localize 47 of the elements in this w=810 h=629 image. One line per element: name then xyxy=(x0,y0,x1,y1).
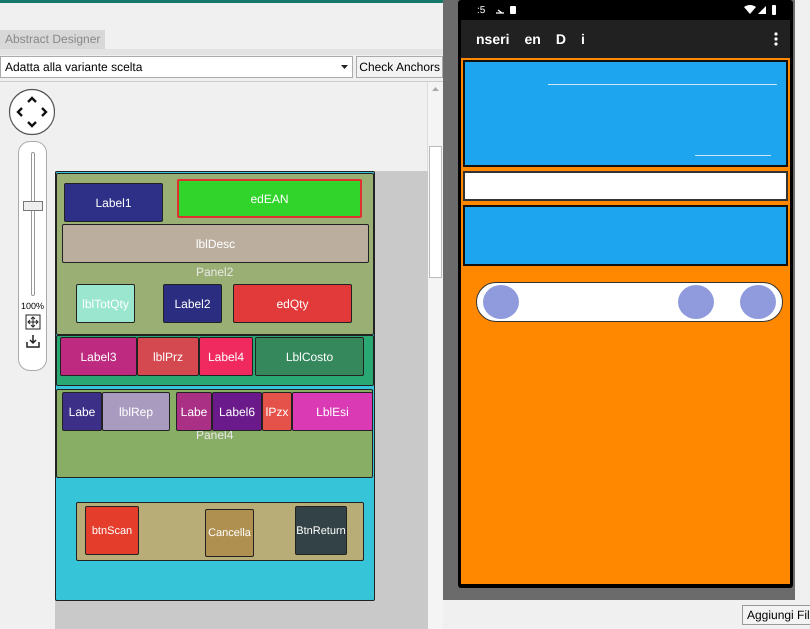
overflow-menu-icon[interactable] xyxy=(774,32,778,46)
designer-label[interactable]: Label4 xyxy=(199,337,253,376)
panel-caption: Panel4 xyxy=(196,428,234,442)
app-title: i xyxy=(580,31,585,47)
designer-label[interactable]: edQty xyxy=(233,284,352,323)
status-icons xyxy=(744,5,778,15)
designer-label[interactable]: lblPrz xyxy=(137,337,199,376)
designer-label[interactable]: Labe xyxy=(62,392,102,431)
download-icon[interactable] xyxy=(24,333,40,349)
panel[interactable]: Panel4 Labe lblRep Labe Label6 lPzx LblEsi xyxy=(56,389,373,478)
dropdown-caret-icon xyxy=(341,65,348,69)
round-button[interactable] xyxy=(483,285,519,319)
panel[interactable]: Label3 lblPrz Label4 LblCosto xyxy=(56,335,374,386)
app-title: en xyxy=(524,31,541,47)
input-line[interactable] xyxy=(548,84,777,85)
fit-icon[interactable] xyxy=(24,314,40,330)
scrollbar-thumb[interactable] xyxy=(429,146,442,278)
add-file-button[interactable]: Aggiungi Fil xyxy=(742,605,810,625)
designer-button[interactable]: btnScan xyxy=(85,506,139,555)
designer-button[interactable]: BtnReturn xyxy=(295,506,347,555)
designer-label[interactable]: Label2 xyxy=(163,284,222,323)
designer-label[interactable]: lPzx xyxy=(262,392,292,431)
variant-dropdown[interactable]: Adatta alla variante scelta xyxy=(0,56,354,78)
zoom-thumb[interactable] xyxy=(22,201,42,212)
designer-label[interactable]: LblEsi xyxy=(292,392,373,431)
round-button[interactable] xyxy=(740,285,776,319)
text-field[interactable] xyxy=(463,171,788,201)
panel[interactable]: Panel2 Label1 edEAN lblDesc lblTotQty Label2 edQty Label3 lblPrz Label4 LblCosto Panel4 Labe lblRep Labe Label6 lPzx LblEsi btnScan Cancella BtnReturn xyxy=(55,171,375,601)
app-title: D xyxy=(556,31,566,47)
designer-label[interactable]: Label6 xyxy=(212,392,262,431)
panel-caption: Panel2 xyxy=(196,265,234,279)
designer-label[interactable]: LblCosto xyxy=(255,337,364,376)
zoom-slider[interactable] xyxy=(22,152,44,296)
scroll-up-icon[interactable] xyxy=(432,87,440,91)
panel[interactable]: btnScan Cancella BtnReturn xyxy=(76,502,364,561)
designer-label[interactable]: Label3 xyxy=(60,337,137,376)
round-button[interactable] xyxy=(678,285,714,319)
designer-label[interactable]: Labe xyxy=(176,392,212,431)
status-time: :5 xyxy=(477,4,486,16)
check-anchors-button[interactable]: Check Anchors xyxy=(356,56,443,78)
zoom-reading: 100% xyxy=(20,301,44,311)
app-title: nseri xyxy=(476,31,510,47)
pan-control-icon[interactable] xyxy=(8,88,56,136)
input-line[interactable] xyxy=(695,155,771,156)
designer-label[interactable]: Label1 xyxy=(64,183,163,222)
scrollbar[interactable] xyxy=(427,82,443,629)
designer-button[interactable]: Cancella xyxy=(205,509,254,557)
